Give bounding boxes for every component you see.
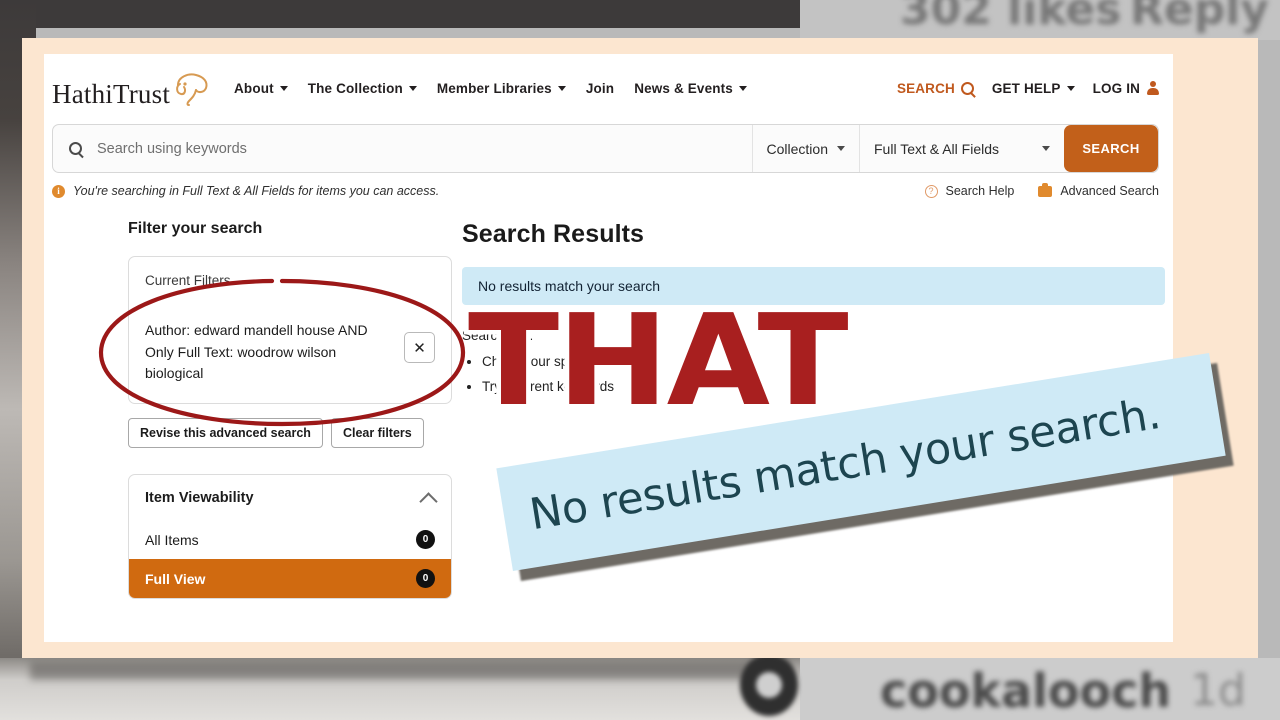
results-title: Search Results — [462, 220, 645, 248]
brand-name: HathiTrust — [52, 78, 171, 109]
collection-dropdown-label: Collection — [766, 140, 828, 157]
filter-panel-title: Filter your search — [128, 220, 263, 237]
nav-label: About — [234, 80, 274, 96]
nav-item-the-collection[interactable]: The Collection — [308, 81, 417, 96]
facet-count-badge: 0 — [416, 530, 435, 550]
background-avatar-icon — [740, 654, 798, 716]
briefcase-icon — [1038, 182, 1053, 197]
search-icon — [68, 142, 82, 155]
background-username-text: cookalooch — [880, 664, 1172, 718]
facet-row-full-view[interactable]: Full View 0 — [129, 559, 451, 599]
nav-label: SEARCH — [896, 80, 955, 96]
notice-text: You're searching in Full Text & All Fiel… — [73, 184, 440, 198]
current-filter-text: Author: edward mandell house AND Only Fu… — [145, 322, 368, 382]
nav-item-get-help[interactable]: GET HELP — [992, 81, 1075, 96]
fields-dropdown[interactable]: Full Text & All Fields — [859, 125, 1064, 172]
search-submit-button[interactable]: SEARCH — [1064, 125, 1158, 172]
chevron-down-icon — [837, 146, 845, 151]
notice-left: i You're searching in Full Text & All Fi… — [52, 184, 439, 198]
nav-item-member-libraries[interactable]: Member Libraries — [437, 81, 566, 96]
remove-filter-button[interactable]: ✕ — [404, 332, 435, 363]
background-dark-bar — [0, 0, 800, 28]
item-viewability-title: Item Viewability — [145, 490, 254, 507]
nav-item-join[interactable]: Join — [586, 81, 614, 96]
chevron-down-icon — [279, 85, 288, 91]
chevron-up-icon[interactable] — [419, 491, 438, 511]
item-viewability-header[interactable]: Item Viewability — [129, 475, 451, 520]
top-navigation: HathiTrust About The Collection Member L… — [44, 54, 1173, 122]
facet-label: All Items — [145, 531, 199, 548]
filter-action-buttons: Revise this advanced search Clear filter… — [128, 418, 452, 449]
info-icon: i — [52, 184, 65, 198]
main-nav-items: About The Collection Member Libraries Jo… — [234, 81, 747, 96]
nav-label: News & Events — [634, 80, 733, 96]
nav-label: Join — [585, 80, 615, 96]
question-icon: ? — [924, 184, 938, 198]
nav-item-log-in[interactable]: LOG IN — [1093, 81, 1159, 96]
search-help-label: Search Help — [945, 184, 1015, 198]
nav-item-news-and-events[interactable]: News & Events — [634, 81, 747, 96]
search-input[interactable] — [97, 125, 752, 172]
background-timestamp-text: 1d — [1190, 665, 1246, 716]
fields-dropdown-label: Full Text & All Fields — [874, 140, 1000, 157]
clear-filters-button[interactable]: Clear filters — [330, 418, 424, 449]
chevron-down-icon — [408, 85, 417, 91]
elephant-icon — [176, 73, 208, 106]
current-filters-panel: Current Filters Author: edward mandell h… — [128, 256, 452, 405]
chevron-down-icon — [1066, 85, 1075, 91]
collection-dropdown[interactable]: Collection — [751, 125, 859, 172]
that-overlay-text: THAT — [463, 287, 853, 434]
revise-advanced-search-button[interactable]: Revise this advanced search — [128, 418, 323, 449]
chevron-down-icon — [738, 85, 747, 91]
nav-item-search[interactable]: SEARCH — [897, 81, 974, 96]
notice-right: ? Search Help Advanced Search — [924, 182, 1159, 198]
brand-logo[interactable]: HathiTrust — [52, 67, 212, 110]
background-blur-stripe — [30, 662, 790, 680]
utility-nav: SEARCH GET HELP LOG IN — [897, 81, 1159, 96]
nav-item-about[interactable]: About — [234, 81, 288, 96]
chevron-down-icon — [557, 85, 566, 91]
advanced-search-label: Advanced Search — [1060, 184, 1159, 198]
background-reply-text: Reply — [1130, 0, 1269, 35]
current-filter-chip: Author: edward mandell house AND Only Fu… — [145, 320, 435, 385]
facet-label: Full View — [145, 570, 206, 587]
nav-label: LOG IN — [1092, 80, 1140, 96]
nav-label: The Collection — [307, 80, 403, 96]
nav-label: GET HELP — [991, 80, 1061, 96]
facet-count-badge: 0 — [416, 569, 435, 589]
nav-label: Member Libraries — [436, 80, 552, 96]
search-icon — [960, 81, 974, 95]
person-icon — [1146, 81, 1159, 95]
advanced-search-link[interactable]: Advanced Search — [1038, 182, 1159, 198]
search-icon-container — [53, 125, 97, 172]
search-scope-notice: i You're searching in Full Text & All Fi… — [52, 182, 1159, 198]
search-help-link[interactable]: ? Search Help — [924, 184, 1015, 198]
current-filters-label: Current Filters — [145, 273, 231, 288]
search-bar: Collection Full Text & All Fields SEARCH — [52, 124, 1159, 173]
item-viewability-panel: Item Viewability All Items 0 Full View 0 — [128, 474, 452, 600]
filter-sidebar: Filter your search Current Filters Autho… — [52, 220, 452, 600]
facet-row-all-items[interactable]: All Items 0 — [129, 520, 451, 559]
chevron-down-icon — [1042, 146, 1050, 151]
background-likes-text: 302 likes — [900, 0, 1122, 35]
